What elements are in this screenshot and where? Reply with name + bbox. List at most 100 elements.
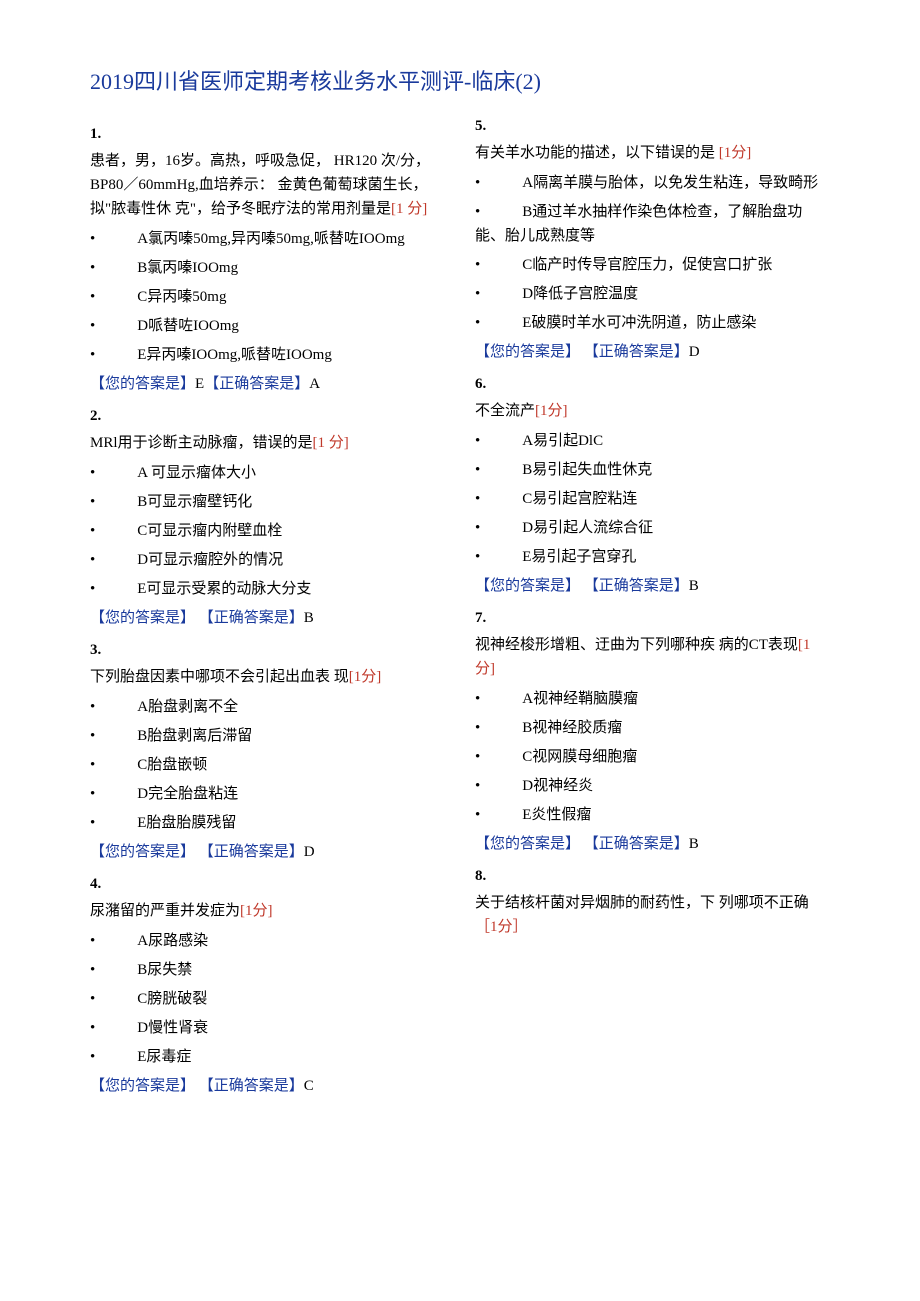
bullet-icon: • [475, 778, 480, 794]
option-line: •B可显示瘤壁钙化 [90, 490, 445, 514]
option-line: •E易引起子宫穿孔 [475, 545, 830, 569]
option-text: C临产时传导官腔压力，促使宫口扩张 [522, 257, 772, 273]
question-text: 不全流产[1分] [475, 399, 830, 423]
bullet-icon: • [475, 175, 480, 191]
question-block: 6. 不全流产[1分] •A易引起DlC •B易引起失血性休克 • C易引起宫腔粘连 • D易… [475, 372, 830, 598]
option-text: E易引起子宫穿孔 [522, 549, 636, 565]
option-text: E可显示受累的动脉大分支 [137, 581, 311, 597]
correct-answer-value: B [689, 578, 699, 594]
option-text: D易引起人流综合征 [522, 520, 653, 536]
option-text: C可显示瘤内附壁血栓 [137, 523, 282, 539]
answer-line: 【您的答案是】 【正确答案是】B [475, 832, 830, 856]
correct-answer-value: D [304, 844, 315, 860]
bullet-icon: • [90, 728, 95, 744]
option-line: •E尿毒症 [90, 1045, 445, 1069]
your-answer-label: 【您的答案是】 [90, 844, 195, 860]
option-line: • A氯丙嗪50mg,异丙嗪50mg,哌替咗IOOmg [90, 227, 445, 251]
bullet-icon: • [90, 465, 95, 481]
option-line: • D哌替咗IOOmg [90, 314, 445, 338]
bullet-icon: • [90, 581, 95, 597]
option-text: C异丙嗪50mg [137, 289, 226, 305]
question-marks: [1分] [240, 903, 273, 919]
bullet-icon: • [475, 491, 480, 507]
answer-line: 【您的答案是】 【正确答案是】B [475, 574, 830, 598]
bullet-icon: • [90, 757, 95, 773]
your-answer-label: 【您的答案是】 [475, 344, 580, 360]
bullet-icon: • [90, 347, 95, 363]
question-text: MRl用于诊断主动脉瘤，错误的是[1 分] [90, 431, 445, 455]
option-text: E破膜时羊水可冲洗阴道，防止感染 [522, 315, 756, 331]
option-line: •C异丙嗪50mg [90, 285, 445, 309]
question-text: 患者，男，16岁。高热，呼吸急促， HR120 次/分，BP80／60mmHg,… [90, 149, 445, 221]
answer-line: 【您的答案是】 【正确答案是】C [90, 1074, 445, 1098]
question-stem: MRl用于诊断主动脉瘤，错误的是 [90, 435, 313, 451]
option-line: • E胎盘胎膜残留 [90, 811, 445, 835]
question-text: 尿潴留的严重并发症为[1分] [90, 899, 445, 923]
correct-answer-value: B [304, 610, 314, 626]
option-text: D完全胎盘粘连 [137, 786, 238, 802]
option-line: •A胎盘剥离不全 [90, 695, 445, 719]
correct-answer-label: 【正确答案是】 [584, 836, 689, 852]
option-line: • C可显示瘤内附壁血栓 [90, 519, 445, 543]
option-text: A视神经鞘脑膜瘤 [522, 691, 638, 707]
option-text: B通过羊水抽样作染色体检查，了解胎盘功能、胎儿成熟度等 [475, 204, 802, 244]
content-columns: 1. 患者，男，16岁。高热，呼吸急促， HR120 次/分，BP80／60mmH… [90, 114, 830, 1098]
bullet-icon: • [90, 933, 95, 949]
bullet-icon: • [90, 494, 95, 510]
bullet-icon: • [475, 315, 480, 331]
question-block: 4.尿潴留的严重并发症为[1分]•A尿路感染•B尿失禁•C膀胱破裂•D慢性肾衰•… [90, 872, 445, 1098]
correct-answer-label: 【正确答案是】 [584, 578, 689, 594]
your-answer-label: 【您的答案是】 [475, 578, 580, 594]
bullet-icon: • [90, 815, 95, 831]
option-text: A氯丙嗪50mg,异丙嗪50mg,哌替咗IOOmg [137, 231, 405, 247]
question-block: 5.有关羊水功能的描述，以下错误的是 [1分]•A隔离羊膜与胎体，以免发生粘连，… [475, 114, 830, 364]
option-text: A 可显示瘤体大小 [137, 465, 256, 481]
correct-answer-value: C [304, 1078, 314, 1094]
bullet-icon: • [90, 231, 95, 247]
bullet-icon: • [475, 520, 480, 536]
correct-answer-value: A [309, 376, 320, 392]
option-line: •C临产时传导官腔压力，促使宫口扩张 [475, 253, 830, 277]
question-stem: 下列胎盘因素中哪项不会引起出血表 现 [90, 669, 349, 685]
bullet-icon: • [90, 523, 95, 539]
correct-answer-value: B [689, 836, 699, 852]
option-line: •B易引起失血性休克 [475, 458, 830, 482]
question-stem: 患者，男，16岁。高热，呼吸急促， HR120 次/分，BP80／60mmHg,… [90, 153, 430, 217]
question-stem: 不全流产 [475, 403, 535, 419]
option-text: C膀胱破裂 [137, 991, 207, 1007]
option-text: C易引起宫腔粘连 [522, 491, 637, 507]
option-text: B胎盘剥离后滞留 [137, 728, 252, 744]
option-line: • E破膜时羊水可冲洗阴道，防止感染 [475, 311, 830, 335]
option-line: • A 可显示瘤体大小 [90, 461, 445, 485]
question-number: 1. [90, 122, 445, 146]
question-block: 1. 患者，男，16岁。高热，呼吸急促， HR120 次/分，BP80／60mmH… [90, 122, 445, 396]
bullet-icon: • [475, 433, 480, 449]
bullet-icon: • [90, 552, 95, 568]
answer-line: 【您的答案是】 【正确答案是】D [475, 340, 830, 364]
option-line: •A尿路感染 [90, 929, 445, 953]
question-marks: [1 分] [391, 201, 427, 217]
option-text: D降低子宫腔温度 [522, 286, 638, 302]
option-text: B氯丙嗪IOOmg [137, 260, 238, 276]
question-marks: ［1分］ [475, 919, 528, 935]
option-text: B尿失禁 [137, 962, 192, 978]
option-line: •D可显示瘤腔外的情况 [90, 548, 445, 572]
option-text: D哌替咗IOOmg [137, 318, 239, 334]
bullet-icon: • [90, 318, 95, 334]
option-line: •E异丙嗪IOOmg,哌替咗IOOmg [90, 343, 445, 367]
correct-answer-label: 【正确答案是】 [199, 844, 304, 860]
option-line: •B氯丙嗪IOOmg [90, 256, 445, 280]
option-line: •A易引起DlC [475, 429, 830, 453]
option-text: E胎盘胎膜残留 [137, 815, 236, 831]
bullet-icon: • [90, 699, 95, 715]
answer-line: 【您的答案是】E【正确答案是】A [90, 372, 445, 396]
option-text: D视神经炎 [522, 778, 593, 794]
option-line: •C视网膜母细胞瘤 [475, 745, 830, 769]
question-stem: 视神经梭形增粗、迂曲为下列哪种疾 病的CT表现 [475, 637, 798, 653]
question-stem: 关于结核杆菌对异烟肺的耐药性，下 列哪项不正确 [475, 895, 809, 911]
option-text: B视神经胶质瘤 [522, 720, 622, 736]
your-answer-label: 【您的答案是】 [90, 376, 195, 392]
option-line: • B胎盘剥离后滞留 [90, 724, 445, 748]
question-number: 6. [475, 372, 830, 396]
option-line: •B视神经胶质瘤 [475, 716, 830, 740]
